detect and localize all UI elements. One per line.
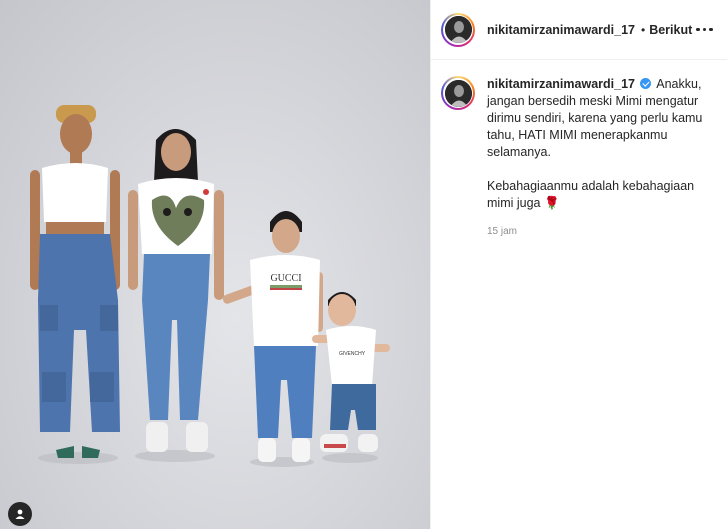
person-daughter: [128, 129, 224, 452]
caption-text: nikitamirzanimawardi_17 Anakku, jangan b…: [487, 76, 715, 161]
post-photo[interactable]: GUCCI GIVENCHY: [0, 0, 430, 529]
person-boy: GUCCI: [222, 211, 323, 462]
avatar-image: [444, 79, 472, 107]
caption-username[interactable]: nikitamirzanimawardi_17: [487, 77, 635, 91]
caption-paragraph-2: Kebahagiaanmu adalah kebahagiaan mimi ju…: [487, 179, 695, 210]
more-options-icon[interactable]: [692, 24, 717, 36]
rose-emoji: 🌹: [543, 196, 560, 210]
givenchy-print: GIVENCHY: [339, 351, 366, 357]
caption-body: nikitamirzanimawardi_17 Anakku, jangan b…: [487, 76, 715, 237]
caption-author-avatar[interactable]: [441, 76, 475, 110]
caption-comment: nikitamirzanimawardi_17 Anakku, jangan b…: [431, 60, 727, 237]
verified-badge-icon: [640, 78, 652, 89]
separator-dot: •: [640, 22, 646, 37]
post-side-panel: nikitamirzanimawardi_17 • Berikut nikita…: [430, 0, 727, 529]
caption-paragraph-2-wrap: Kebahagiaanmu adalah kebahagiaan mimi ju…: [487, 178, 715, 212]
user-tag-icon: [15, 509, 25, 519]
avatar-image: [444, 16, 472, 43]
post-timestamp[interactable]: 15 jam: [487, 226, 715, 237]
person-mother: [30, 105, 120, 458]
family-photo-illustration: GUCCI GIVENCHY: [30, 105, 390, 467]
post-header: nikitamirzanimawardi_17 • Berikut: [431, 0, 727, 60]
user-tag-button[interactable]: [8, 502, 32, 526]
person-toddler: GIVENCHY: [312, 292, 390, 452]
instagram-post: GUCCI GIVENCHY nikitamirzanimawardi_17 •…: [0, 0, 727, 529]
gucci-print: GUCCI: [270, 273, 301, 284]
follow-button[interactable]: Berikut: [649, 23, 692, 37]
author-avatar[interactable]: [441, 12, 475, 47]
author-username[interactable]: nikitamirzanimawardi_17: [487, 23, 635, 37]
